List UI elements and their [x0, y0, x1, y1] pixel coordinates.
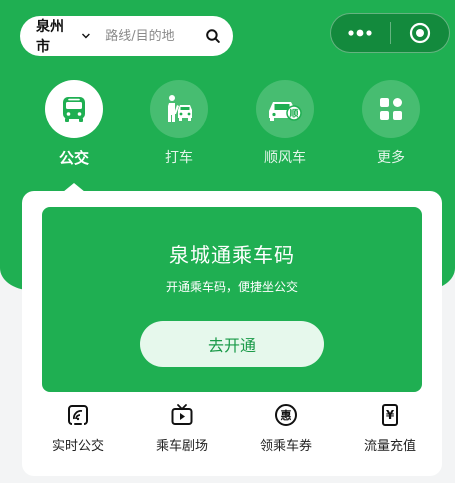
nav-icon-circle — [362, 80, 420, 138]
bus-service-card: 泉城通乘车码 开通乘车码，便捷坐公交 去开通 实时公交 乘车剧场 惠 领乘车券 … — [22, 191, 442, 476]
tool-data-recharge[interactable]: ¥ 流量充值 — [340, 403, 440, 454]
target-circle-icon — [409, 22, 430, 44]
tool-label: 乘车剧场 — [155, 439, 208, 454]
nav-label: 顺风车 — [264, 150, 306, 166]
tool-label: 实时公交 — [51, 439, 104, 454]
nav-label: 打车 — [165, 150, 193, 166]
ride-code-panel: 泉城通乘车码 开通乘车码，便捷坐公交 去开通 — [42, 207, 422, 392]
hail-taxi-icon — [168, 95, 192, 122]
city-label: 泉州市 — [36, 19, 64, 55]
tool-bus-theater[interactable]: 乘车剧场 — [132, 403, 232, 454]
tool-label: 流量充值 — [363, 439, 416, 454]
coupon-hui-icon: 惠 — [275, 404, 297, 426]
tv-play-icon — [171, 404, 193, 425]
card-subtitle: 开通乘车码，便捷坐公交 — [165, 280, 298, 294]
service-nav: 公交 打车 顺 顺风车 更多 — [0, 80, 455, 170]
close-miniprogram-button[interactable] — [391, 14, 450, 52]
nav-item-taxi[interactable]: 打车 — [134, 80, 224, 167]
more-dots-icon — [348, 29, 372, 37]
nav-icon-circle: 顺 — [256, 80, 314, 138]
search-bar[interactable]: 泉州市 — [20, 16, 233, 56]
yuan-recharge-icon: ¥ — [382, 404, 398, 426]
tool-realtime-bus[interactable]: 实时公交 — [28, 403, 128, 454]
nav-item-more[interactable]: 更多 — [346, 80, 436, 167]
carpool-badge: 顺 — [289, 109, 298, 120]
tool-ride-coupon[interactable]: 惠 领乘车券 — [236, 403, 336, 454]
realtime-bus-icon — [68, 405, 88, 426]
nav-item-bus[interactable]: 公交 — [29, 80, 119, 168]
activate-button[interactable]: 去开通 — [140, 321, 324, 367]
chevron-down-icon — [82, 33, 91, 39]
quick-tools: 实时公交 乘车剧场 惠 领乘车券 ¥ 流量充值 — [22, 403, 442, 463]
miniprogram-capsule — [330, 13, 450, 53]
nav-label: 公交 — [58, 149, 89, 167]
carpool-car-icon: 顺 — [269, 102, 302, 121]
grid-icon — [380, 98, 402, 120]
nav-icon-circle — [45, 80, 103, 138]
bus-icon — [63, 97, 85, 122]
search-input[interactable] — [105, 28, 206, 44]
coupon-glyph: 惠 — [281, 408, 292, 422]
nav-icon-circle — [150, 80, 208, 138]
city-selector[interactable]: 泉州市 — [36, 16, 91, 56]
nav-item-carpool[interactable]: 顺 顺风车 — [240, 80, 330, 167]
nav-label: 更多 — [377, 150, 405, 166]
search-icon[interactable] — [205, 28, 221, 44]
card-title: 泉城通乘车码 — [169, 243, 295, 267]
yuan-glyph: ¥ — [386, 408, 395, 422]
more-menu-button[interactable] — [331, 14, 390, 52]
tool-label: 领乘车券 — [259, 439, 312, 454]
